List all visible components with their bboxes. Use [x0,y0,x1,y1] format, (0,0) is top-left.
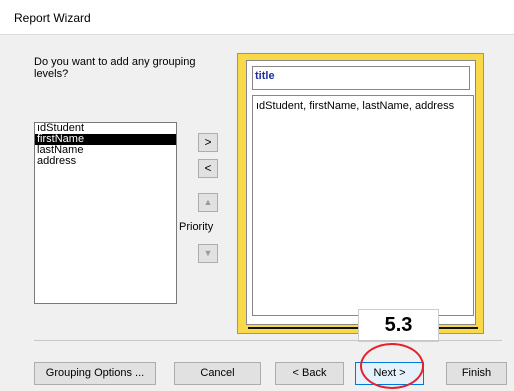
preview-fields-text: ıdStudent, firstName, lastName, address [256,100,455,112]
priority-up-button[interactable]: ▲ [198,193,218,212]
grouping-options-button[interactable]: Grouping Options ... [34,362,156,385]
finish-button[interactable]: Finish [446,362,507,385]
remove-grouping-button[interactable]: < [198,159,218,178]
priority-label: Priority [179,221,214,233]
step-annotation-label: 5.3 [358,309,439,342]
add-grouping-button[interactable]: > [198,133,218,152]
title-bar: Report Wizard [0,0,514,35]
grouping-question: Do you want to add any grouping levels? [34,56,196,80]
available-fields-list[interactable]: ıdStudent firstName lastName address [34,122,177,304]
priority-down-button[interactable]: ▼ [198,244,218,263]
arrow-up-icon: ▲ [203,197,213,207]
preview-fields-box: ıdStudent, firstName, lastName, address [252,95,474,316]
arrow-down-icon: ▼ [203,248,213,258]
list-item[interactable]: address [35,156,176,167]
button-separator [34,340,502,341]
back-button[interactable]: < Back [275,362,344,385]
cancel-button[interactable]: Cancel [174,362,261,385]
preview-title-box: title [252,66,470,90]
preview-title: title [255,70,275,82]
next-button[interactable]: Next > [355,362,424,385]
window-title: Report Wizard [14,11,91,25]
